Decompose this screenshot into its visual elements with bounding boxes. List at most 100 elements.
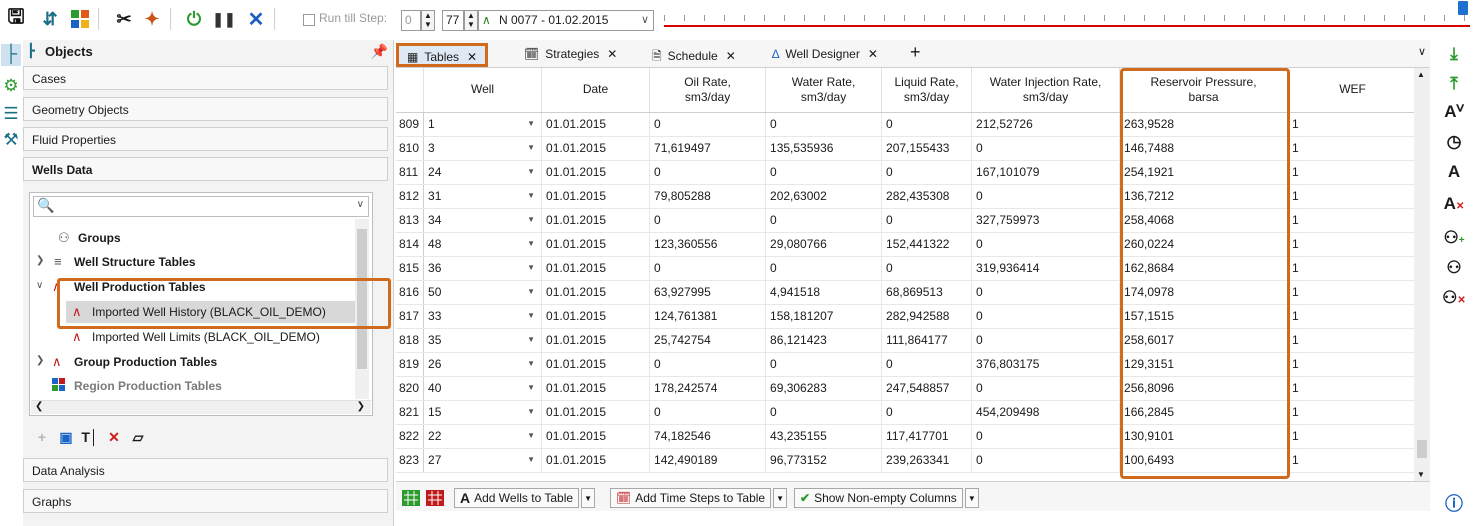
chevron-down-icon[interactable]: ▼ [527,263,535,272]
add-time-steps-button[interactable]: 🗓 Add Time Steps to Table ▼ [610,488,788,508]
table-cell-winj[interactable]: 167,101079 [971,160,1121,185]
chevron-down-icon[interactable]: ▼ [527,311,535,320]
chevron-down-icon[interactable]: ▼ [527,335,535,344]
table-cell-wef[interactable]: 1 [1287,136,1419,161]
table-cell-date[interactable]: 01.01.2015 [541,184,651,209]
table-cell-winj[interactable]: 319,936414 [971,256,1121,281]
table-cell-water[interactable]: 202,63002 [765,184,883,209]
scrollbar-thumb[interactable] [1417,440,1427,458]
tab-tables[interactable]: ▦ Tables ✕ [396,43,489,67]
chevron-down-icon[interactable]: ▼ [527,143,535,152]
start-step-input[interactable]: 0 [401,10,421,31]
table-cell-winj[interactable]: 0 [971,376,1121,401]
table-cell-date[interactable]: 01.01.2015 [541,328,651,353]
pause-icon[interactable]: ❚❚ [212,6,236,32]
table-cell-winj[interactable]: 376,803175 [971,352,1121,377]
eraser-icon[interactable]: ▱ [127,429,149,449]
table-cell-date[interactable]: 01.01.2015 [541,280,651,305]
table-cell-wef[interactable]: 1 [1287,160,1419,185]
table-cell-oil[interactable]: 123,360556 [649,232,767,257]
table-cell-wef[interactable]: 1 [1287,208,1419,233]
table-cell-date[interactable]: 01.01.2015 [541,304,651,329]
close-icon[interactable]: ✕ [467,50,477,64]
section-graphs[interactable]: Graphs [23,489,388,513]
table-cell-wef[interactable]: 1 [1287,280,1419,305]
table-cell-water[interactable]: 69,306283 [765,376,883,401]
chevron-down-icon[interactable]: ▼ [527,383,535,392]
magic-wand-icon[interactable]: ✦ [140,6,164,32]
table-cell-well[interactable]: 27 ▼ [423,448,543,473]
chevron-down-icon[interactable]: ▼ [581,488,596,508]
table-cell-liquid[interactable]: 0 [881,352,973,377]
chevron-down-icon[interactable]: ▼ [527,119,535,128]
table-cell-well[interactable]: 35 ▼ [423,328,543,353]
table-cell-well[interactable]: 15 ▼ [423,400,543,425]
table-cell-wef[interactable]: 1 [1287,304,1419,329]
chevron-down-icon[interactable]: ∨ [36,280,43,291]
column-header-winj[interactable]: Water Injection Rate, sm3/day [971,68,1121,113]
table-cell-liquid[interactable]: 0 [881,160,973,185]
show-nonempty-columns-button[interactable]: ✔ Show Non-empty Columns ▼ [794,488,979,508]
table-cell-liquid[interactable]: 152,441322 [881,232,973,257]
table-cell-liquid[interactable]: 239,263341 [881,448,973,473]
table-cell-date[interactable]: 01.01.2015 [541,232,651,257]
table-cell-water[interactable]: 0 [765,400,883,425]
table-cell-liquid[interactable]: 282,942588 [881,304,973,329]
tree-horizontal-scrollbar[interactable]: ❮ ❯ [31,400,371,414]
table-cell-winj[interactable]: 212,52726 [971,112,1121,137]
table-cell-liquid[interactable]: 207,155433 [881,136,973,161]
table-cell-well[interactable]: 1 ▼ [423,112,543,137]
table-cell-water[interactable]: 0 [765,208,883,233]
column-header-date[interactable]: Date [541,68,651,113]
table-cell-liquid[interactable]: 0 [881,208,973,233]
group-add-icon[interactable]: ⚇+ [1442,228,1466,252]
table-cell-date[interactable]: 01.01.2015 [541,256,651,281]
table-cell-date[interactable]: 01.01.2015 [541,400,651,425]
tree-item-group-production-tables[interactable]: ❯ ∧ Group Production Tables [30,351,358,373]
table-cell-well[interactable]: 31 ▼ [423,184,543,209]
table-cell-water[interactable]: 86,121423 [765,328,883,353]
table-cell-water[interactable]: 135,535936 [765,136,883,161]
column-header-liquid[interactable]: Liquid Rate, sm3/day [881,68,973,113]
cut-icon[interactable]: ✂ [112,6,136,32]
power-icon[interactable]: ⏻ [182,6,206,32]
table-cell-oil[interactable]: 0 [649,256,767,281]
table-cell-winj[interactable]: 327,759973 [971,208,1121,233]
table-cell-oil[interactable]: 71,619497 [649,136,767,161]
chevron-down-icon[interactable]: ▼ [527,167,535,176]
table-cell-water[interactable]: 43,235155 [765,424,883,449]
table-cell-oil[interactable]: 0 [649,208,767,233]
table-cell-wef[interactable]: 1 [1287,424,1419,449]
objects-tree-icon[interactable]: ├ [1,44,21,66]
group-delete-icon[interactable]: ⚇✕ [1442,288,1466,312]
split-icon[interactable]: ⇵ [38,6,62,32]
end-step-input[interactable]: 77 [442,10,464,31]
chevron-down-icon[interactable]: ▼ [527,215,535,224]
save-icon[interactable]: 🖫 [4,6,28,32]
chevron-right-icon[interactable]: ❯ [36,355,44,366]
chevron-right-icon[interactable]: ❯ [36,255,44,266]
table-cell-well[interactable]: 3 ▼ [423,136,543,161]
tools-icon[interactable]: ⚒ [1,130,21,152]
table-cell-water[interactable]: 0 [765,352,883,377]
close-icon[interactable]: ✕ [726,49,736,63]
delete-icon[interactable]: ✕ [103,429,125,449]
table-cell-well[interactable]: 24 ▼ [423,160,543,185]
table-cell-date[interactable]: 01.01.2015 [541,208,651,233]
tree-item-groups[interactable]: ⚇ Groups [30,227,358,249]
chevron-left-icon[interactable]: ❮ [35,401,43,412]
column-header-water[interactable]: Water Rate, sm3/day [765,68,883,113]
table-cell-liquid[interactable]: 0 [881,400,973,425]
table-cell-oil[interactable]: 0 [649,400,767,425]
scroll-up-icon[interactable]: ▲ [1417,70,1425,79]
table-cell-oil[interactable]: 0 [649,160,767,185]
table-cell-oil[interactable]: 79,805288 [649,184,767,209]
table-cell-wef[interactable]: 1 [1287,256,1419,281]
table-cell-water[interactable]: 0 [765,160,883,185]
table-cell-well[interactable]: 50 ▼ [423,280,543,305]
download-icon[interactable]: ⤓ [1442,44,1466,68]
add-row-icon[interactable] [402,488,420,508]
rename-icon[interactable]: T│ [79,429,101,449]
pin-icon[interactable]: 📌 [371,43,388,60]
section-cases[interactable]: Cases [23,66,388,90]
